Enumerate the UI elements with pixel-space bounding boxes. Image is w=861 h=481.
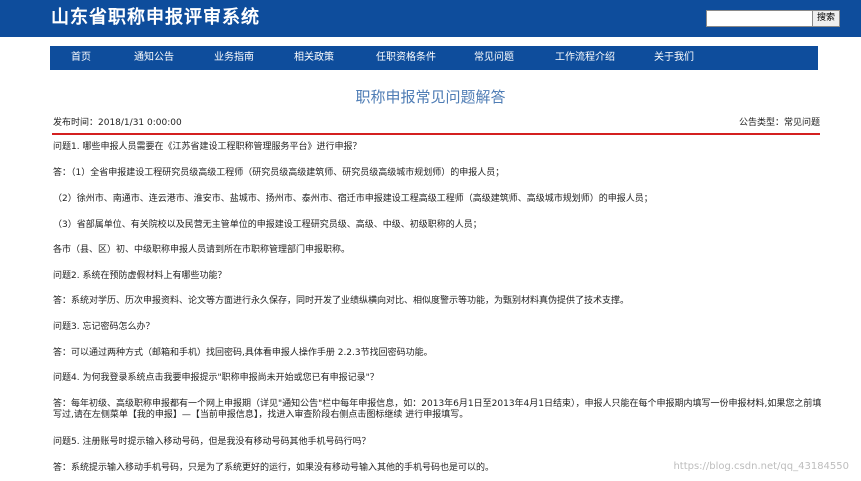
article-category: 公告类型：常见问题 (738, 118, 820, 128)
nav-item-home[interactable]: 首页 (71, 46, 91, 70)
faq-answer-2: 答：系统对学历、历次申报资料、论文等方面进行永久保存，同时开发了业绩纵横向对比、… (53, 296, 630, 306)
faq-answer-1-note: 各市（县、区）初、中级职称申报人员请到所在市职称管理部门申报职称。 (53, 245, 351, 255)
nav-item-qualifications[interactable]: 任职资格条件 (376, 46, 436, 70)
faq-question-5: 问题5. 注册账号时提示输入移动号码，但是我没有移动号码其他手机号码行吗？ (53, 437, 371, 447)
search-button[interactable]: 搜索 (812, 10, 840, 27)
faq-answer-1-item-3: （3）省部属单位、有关院校以及民营无主管单位的申报建设工程研究员级、高级、中级、… (53, 220, 482, 230)
nav-item-guide[interactable]: 业务指南 (214, 46, 254, 70)
site-header: 山东省职称申报评审系统 搜索 (0, 0, 861, 37)
nav-item-workflow[interactable]: 工作流程介绍 (555, 46, 615, 70)
nav-item-notices[interactable]: 通知公告 (134, 46, 174, 70)
faq-question-4: 问题4. 为何我登录系统点击我要申报提示"职称申报尚未开始或您已有申报记录"？ (53, 373, 379, 383)
faq-answer-1-item-2: （2）徐州市、南通市、连云港市、淮安市、盐城市、扬州市、泰州市、宿迁市申报建设工… (53, 194, 653, 204)
faq-question-1: 问题1. 哪些申报人员需要在《江苏省建设工程职称管理服务平台》进行申报？ (53, 142, 362, 152)
search-input[interactable] (706, 10, 813, 27)
faq-answer-1-item-1: 答：（1）全省申报建设工程研究员级高级工程师（研究员级高级建筑师、研究员级高级城… (53, 168, 505, 178)
watermark: https://blog.csdn.net/qq_43184550 (673, 461, 849, 472)
faq-answer-3: 答：可以通过两种方式（邮箱和手机）找回密码,具体看申报人操作手册 2.2.3节找… (53, 348, 433, 358)
nav-item-faq[interactable]: 常见问题 (474, 46, 514, 70)
faq-question-2: 问题2. 系统在预防虚假材料上有哪些功能？ (53, 271, 227, 281)
publish-time: 发布时间：2018/1/31 0:00:00 (53, 118, 182, 128)
main-nav: 首页 通知公告 业务指南 相关政策 任职资格条件 常见问题 工作流程介绍 关于我… (50, 46, 818, 70)
faq-question-3: 问题3. 忘记密码怎么办？ (53, 322, 155, 332)
faq-answer-4: 答：每年初级、高级职称申报都有一个网上申报期（详见"通知公告"栏中每年申报信息，… (53, 399, 822, 420)
nav-item-policies[interactable]: 相关政策 (294, 46, 334, 70)
site-title[interactable]: 山东省职称申报评审系统 (51, 6, 260, 30)
article-title: 职称申报常见问题解答 (355, 88, 506, 106)
title-divider (52, 133, 820, 135)
nav-item-about[interactable]: 关于我们 (654, 46, 694, 70)
